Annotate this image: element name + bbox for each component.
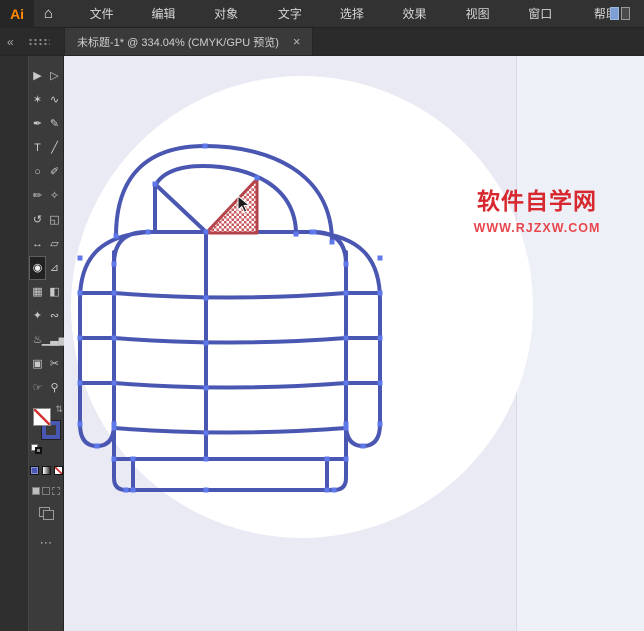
mesh-tool-icon: ▦ [32,287,42,298]
rotate-tool-icon: ↺ [33,215,42,226]
type-tool-icon: T [34,143,41,154]
edit-toolbar-button[interactable]: ⋯ [29,535,63,551]
gradient-tool-icon: ◧ [49,287,59,298]
magic-wand-tool-icon: ✶ [33,95,42,106]
curvature-tool-icon: ✎ [50,119,59,130]
fill-stroke-widget: ⇅ [29,404,65,456]
watermark-title: 软件自学网 [464,182,610,216]
color-button[interactable] [30,466,39,475]
slice-tool[interactable]: ✂ [46,352,63,376]
illustrator-window: Ai ⌂ 文件(F) 编辑(E) 对象(O) 文字(T) 选择(S) 效果(C)… [0,0,644,631]
ellipse-tool-icon: ○ [34,167,41,178]
toolbar-drag-handle[interactable] [28,38,50,46]
magic-wand-tool[interactable]: ✶ [29,88,46,112]
draw-behind-button[interactable] [42,487,50,495]
perspective-grid-tool-icon: ⊿ [50,263,59,274]
direct-selection-tool[interactable]: ▷ [46,64,63,88]
menu-item[interactable]: 文字(T) [265,0,327,28]
shape-builder-tool-icon: ◉ [33,263,43,274]
eyedropper-tool[interactable]: ✦ [29,304,46,328]
menu-list: 文件(F) 编辑(E) 对象(O) 文字(T) 选择(S) 效果(C) 视图(V… [77,0,644,28]
width-tool-icon: ↔ [32,239,43,250]
paintbrush-tool-icon: ✐ [50,167,59,178]
document-tab[interactable]: 未标题-1* @ 334.04% (CMYK/GPU 预览) × [64,28,313,55]
draw-inside-button[interactable] [52,487,60,495]
gradient-tool[interactable]: ◧ [46,280,63,304]
menu-item[interactable]: 选择(S) [327,0,390,28]
jacket-outline[interactable] [80,146,380,490]
tools-panel: ▶ ▷ ✶ ∿ ✒ ✎ T ╱ ○ ✐ ✏ ✧ [28,56,64,631]
eyedropper-tool-icon: ✦ [33,311,42,322]
menu-item[interactable]: 窗口(W) [515,0,581,28]
none-button[interactable] [54,466,63,475]
pencil-tool[interactable]: ✏ [29,184,46,208]
pen-tool-icon: ✒ [33,119,42,130]
selection-tool-icon: ▶ [33,71,41,82]
artboard[interactable]: 软件自学网 WWW.RJZXW.COM [64,56,644,631]
shaper-tool[interactable]: ✧ [46,184,63,208]
gradient-button[interactable] [42,466,51,475]
swap-fill-stroke-icon[interactable]: ⇅ [55,404,63,415]
document-tab-title: 未标题-1* @ 334.04% (CMYK/GPU 预览) [77,34,279,50]
hand-tool[interactable]: ☞ [29,376,46,400]
perspective-grid-tool[interactable]: ⊿ [46,256,63,280]
watermark: 软件自学网 WWW.RJZXW.COM [464,182,610,235]
width-tool[interactable]: ↔ [29,232,46,256]
rotate-tool[interactable]: ↺ [29,208,46,232]
artboard-tool-icon: ▣ [32,359,42,370]
lasso-tool[interactable]: ∿ [46,88,63,112]
menu-item[interactable]: 视图(V) [453,0,516,28]
shape-builder-tool[interactable]: ◉ [29,256,46,280]
screen-mode-button[interactable] [39,507,53,519]
quick-swatch-row [29,466,63,475]
collapse-panel-icon[interactable]: « [0,35,24,49]
pencil-tool-icon: ✏ [33,191,42,202]
default-fill-stroke-icon[interactable] [31,444,43,454]
free-transform-tool[interactable]: ▱ [46,232,63,256]
menu-item[interactable]: 对象(O) [201,0,265,28]
draw-normal-button[interactable] [32,487,40,495]
pen-tool[interactable]: ✒ [29,112,46,136]
app-logo[interactable]: Ai [0,0,34,28]
left-rail [0,56,28,631]
slice-tool-icon: ✂ [50,359,59,370]
zoom-tool-icon: ⚲ [50,383,58,394]
free-transform-tool-icon: ▱ [50,239,58,250]
line-segment-tool-icon: ╱ [51,143,58,154]
blend-tool-icon: ∾ [50,311,59,322]
hand-tool-icon: ☞ [33,383,43,394]
menu-item[interactable]: 效果(C) [389,0,452,28]
menubar: Ai ⌂ 文件(F) 编辑(E) 对象(O) 文字(T) 选择(S) 效果(C)… [0,0,644,28]
type-tool[interactable]: T [29,136,46,160]
scale-tool-icon: ◱ [49,215,59,226]
mesh-tool[interactable]: ▦ [29,280,46,304]
ellipse-tool[interactable]: ○ [29,160,46,184]
jacket-artwork[interactable] [64,56,644,631]
tab-close-icon[interactable]: × [293,34,301,49]
fill-color-swatch[interactable] [33,408,51,426]
curvature-tool[interactable]: ✎ [46,112,63,136]
home-icon[interactable]: ⌂ [34,0,62,28]
watermark-url: WWW.RJZXW.COM [464,221,610,235]
draw-mode-row [29,487,63,495]
selection-tool[interactable]: ▶ [29,64,46,88]
tool-grid: ▶ ▷ ✶ ∿ ✒ ✎ T ╱ ○ ✐ ✏ ✧ [29,64,63,400]
scale-tool[interactable]: ◱ [46,208,63,232]
lasso-tool-icon: ∿ [50,95,59,106]
collar-pattern-triangle[interactable] [206,179,257,233]
direct-selection-tool-icon: ▷ [50,71,58,82]
zoom-tool[interactable]: ⚲ [46,376,63,400]
paintbrush-tool[interactable]: ✐ [46,160,63,184]
menu-item[interactable]: 编辑(E) [139,0,202,28]
column-graph-tool[interactable]: ▁▃▅ [46,328,63,352]
menu-item[interactable]: 文件(F) [77,0,139,28]
line-segment-tool[interactable]: ╱ [46,136,63,160]
blend-tool[interactable]: ∾ [46,304,63,328]
document-tabbar: « 未标题-1* @ 334.04% (CMYK/GPU 预览) × [0,28,644,56]
workspace-switcher-icon[interactable] [610,7,630,20]
shaper-tool-icon: ✧ [50,191,59,202]
artboard-tool[interactable]: ▣ [29,352,46,376]
